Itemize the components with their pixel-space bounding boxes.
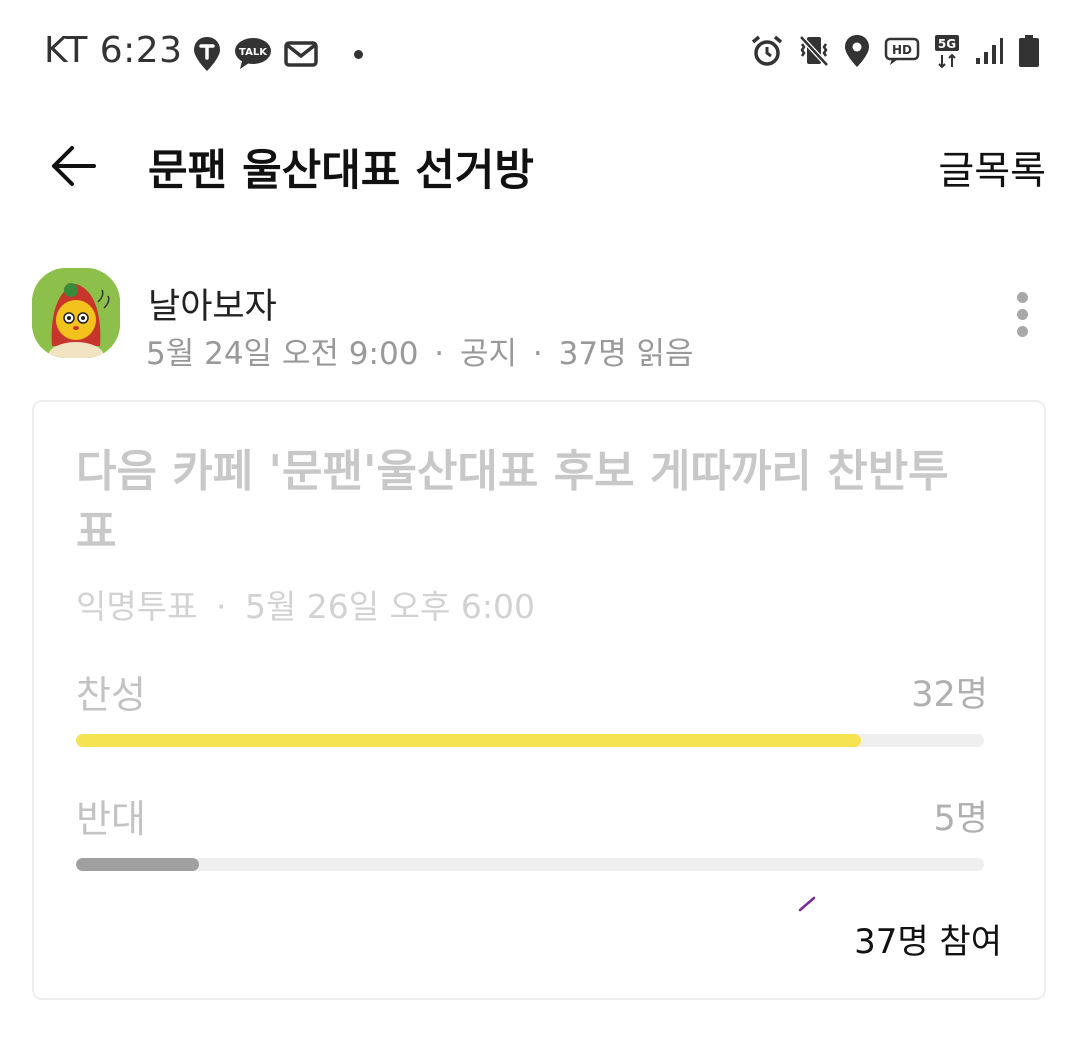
post-author-row: 날아보자 5월 24일 오전 9:00 · 공지 · 37명 읽음 <box>32 268 1048 372</box>
option-bar-track <box>76 858 984 871</box>
svg-text:TALK: TALK <box>239 47 268 58</box>
vote-card[interactable]: 다음 카페 '문팬'울산대표 후보 게따까리 찬반투표 익명투표 · 5월 26… <box>32 400 1046 1000</box>
pen-stroke-mark <box>798 896 816 912</box>
mail-icon <box>284 41 318 67</box>
post-list-button[interactable]: 글목록 <box>938 140 1046 196</box>
vote-deadline: 5월 26일 오후 6:00 <box>244 587 535 626</box>
meta-separator: · <box>434 336 445 372</box>
notification-dot-icon <box>354 49 363 59</box>
meta-separator: · <box>215 587 227 626</box>
back-button[interactable] <box>48 140 100 192</box>
read-count: 37명 읽음 <box>558 336 694 372</box>
avatar[interactable] <box>32 268 120 358</box>
post-meta: 5월 24일 오전 9:00 · 공지 · 37명 읽음 <box>146 328 694 373</box>
option-bar-fill <box>76 858 199 871</box>
svg-text:5G: 5G <box>938 37 956 51</box>
svg-text:HD: HD <box>892 43 912 57</box>
status-bar: KT 6:23 TALK HD 5G <box>0 0 1080 106</box>
vote-title: 다음 카페 '문팬'울산대표 후보 게따까리 찬반투표 <box>76 446 949 557</box>
vibrate-icon <box>798 34 830 68</box>
option-bar-track <box>76 734 984 747</box>
page-title: 문팬 울산대표 선거방 <box>148 146 534 196</box>
carrier-time: KT 6:23 <box>44 30 183 71</box>
vote-type: 익명투표 <box>76 587 198 626</box>
alarm-icon <box>750 34 784 68</box>
option-bar-fill <box>76 734 862 747</box>
meta-separator: · <box>532 336 543 372</box>
signal-icon <box>974 36 1004 66</box>
author-name: 날아보자 <box>148 287 277 327</box>
battery-icon <box>1018 34 1040 68</box>
location-icon <box>844 34 870 68</box>
5g-icon: 5G <box>934 34 960 68</box>
participant-count: 37명 참여 <box>854 922 1002 962</box>
kakaotalk-icon: TALK <box>234 37 272 71</box>
tmap-icon <box>192 36 222 72</box>
option-count: 32명 <box>911 675 988 715</box>
arrow-left-icon <box>52 146 96 186</box>
option-count: 5명 <box>933 799 988 839</box>
more-options-button[interactable] <box>1014 292 1030 342</box>
character-avatar-icon <box>32 268 120 358</box>
post-date: 5월 24일 오전 9:00 <box>146 336 419 372</box>
app-bar: 문팬 울산대표 선거방 글목록 <box>0 106 1080 220</box>
post-category: 공지 <box>460 336 518 372</box>
more-vertical-icon <box>1016 292 1028 303</box>
option-label: 반대 <box>76 797 146 841</box>
option-label: 찬성 <box>76 673 146 717</box>
vote-meta: 익명투표 · 5월 26일 오후 6:00 <box>76 580 535 628</box>
hd-voice-icon: HD <box>884 36 920 66</box>
